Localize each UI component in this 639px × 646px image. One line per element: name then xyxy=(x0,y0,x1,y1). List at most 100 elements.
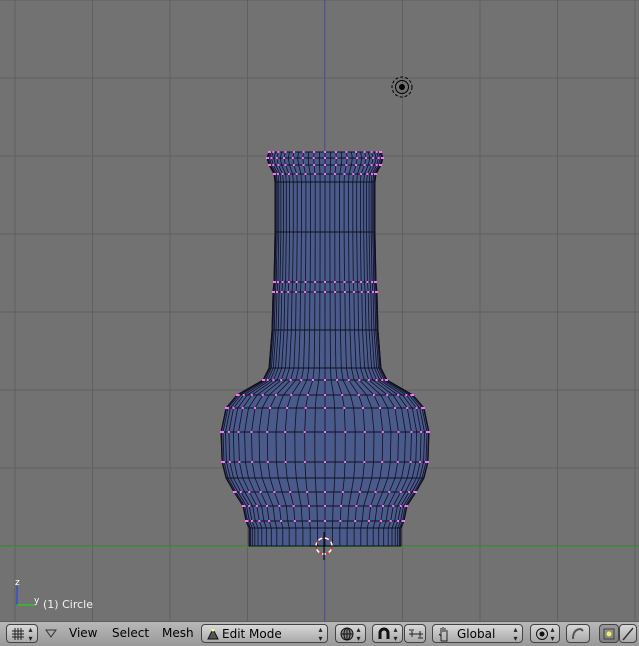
mesh-vertex xyxy=(304,173,307,175)
sphere-shading-icon xyxy=(340,627,354,641)
mesh-vertex xyxy=(389,520,392,522)
mesh-vertex xyxy=(276,291,278,293)
mesh-vertex xyxy=(239,491,242,493)
mesh-vertex xyxy=(286,407,289,409)
mesh-vertex xyxy=(251,461,254,463)
mesh-vertex xyxy=(409,461,412,463)
mesh-vertex xyxy=(340,505,342,507)
mesh-vertex xyxy=(415,407,418,409)
mesh-vertex xyxy=(284,151,287,153)
mesh-vertex xyxy=(250,394,253,396)
mesh-vertex xyxy=(302,151,305,153)
mesh-vertex xyxy=(360,173,363,175)
mesh-vertex xyxy=(277,151,280,153)
mesh-vertex xyxy=(283,157,285,159)
mesh-vertex xyxy=(268,151,270,153)
mesh-vertex xyxy=(375,164,378,166)
mesh-vertex xyxy=(336,379,339,381)
mesh-vertex xyxy=(333,173,336,175)
edge-select-mode[interactable] xyxy=(619,624,637,643)
mesh-vertex xyxy=(354,520,357,522)
mesh-vertex xyxy=(259,491,262,493)
collapse-menus-toggle[interactable] xyxy=(44,624,58,643)
mesh-vertex xyxy=(374,491,377,493)
draw-type-selector[interactable]: ▴ ▾ xyxy=(335,624,366,643)
transform-widget-icon xyxy=(409,629,423,639)
mesh-vertex xyxy=(268,164,270,166)
mode-selector[interactable]: Edit Mode ▴ ▾ xyxy=(201,624,328,643)
mesh-vertex xyxy=(381,431,384,433)
mesh-vertex xyxy=(356,157,359,159)
menu-mesh[interactable]: Mesh xyxy=(158,624,198,643)
gizmo-z-label: z xyxy=(15,578,20,588)
mesh-vertex xyxy=(324,164,326,166)
mesh-vertex xyxy=(232,407,235,409)
mesh-vertex xyxy=(220,431,222,433)
pivot-selector[interactable]: ▴ ▾ xyxy=(372,624,403,643)
mesh-vertex xyxy=(399,505,402,507)
mesh-vertex xyxy=(352,173,355,175)
mesh-vertex xyxy=(266,379,269,381)
editor-type-selector[interactable]: ▴ ▾ xyxy=(6,624,38,643)
mesh-vertex xyxy=(374,173,376,175)
mesh-vertex xyxy=(399,491,402,493)
mesh-vertex xyxy=(363,151,366,153)
snap-toggle[interactable] xyxy=(566,624,590,643)
mesh-vertex xyxy=(334,151,337,153)
mesh-vertex xyxy=(262,379,264,381)
vase-mesh xyxy=(220,151,430,547)
mesh-vertex xyxy=(291,157,294,159)
mesh-vertex xyxy=(361,407,364,409)
mesh-vertex xyxy=(363,461,366,463)
proportional-edit-selector[interactable]: ▴ ▾ xyxy=(530,624,560,643)
mesh-vertex xyxy=(324,520,326,522)
mesh-vertex xyxy=(367,520,370,522)
mesh-vertex xyxy=(251,520,253,522)
mesh-vertex xyxy=(311,379,314,381)
3d-viewport[interactable]: zy (1) Circle xyxy=(0,0,639,621)
mesh-vertex xyxy=(222,431,224,433)
mesh-vertex xyxy=(374,281,376,283)
viewport-header: ▴ ▾ View Select Mesh Edit Mode ▴ ▾ ▴ ▾ ▴ ▾ G… xyxy=(0,621,639,646)
mesh-vertex xyxy=(313,164,316,166)
mesh-vertex xyxy=(269,407,271,409)
viewport-scene[interactable]: zy xyxy=(0,0,639,621)
edge-select-icon xyxy=(622,627,634,641)
mesh-vertex xyxy=(343,281,346,283)
mesh-vertex xyxy=(397,431,400,433)
mesh-vertex xyxy=(227,431,230,433)
orientation-selector[interactable]: Global ▴ ▾ xyxy=(432,624,523,643)
mesh-vertex xyxy=(394,407,396,409)
mesh-vertex xyxy=(276,281,279,283)
mesh-vertex xyxy=(221,461,223,463)
mesh-vertex xyxy=(303,431,306,433)
mesh-vertex xyxy=(281,281,284,283)
axis-gizmo: zy xyxy=(15,578,40,606)
menu-select[interactable]: Select xyxy=(108,624,153,643)
mesh-vertex xyxy=(381,379,384,381)
mesh-vertex xyxy=(314,173,317,175)
mesh-vertex xyxy=(378,164,381,166)
mesh-vertex xyxy=(306,491,309,493)
mesh-vertex xyxy=(380,157,383,159)
mesh-vertex xyxy=(392,505,395,507)
mesh-vertex xyxy=(261,394,264,396)
mesh-vertex xyxy=(268,520,271,522)
mesh-vertex xyxy=(241,407,244,409)
mesh-vertex xyxy=(284,461,287,463)
vertex-select-mode[interactable] xyxy=(599,624,619,643)
mesh-vertex xyxy=(281,173,284,175)
mesh-vertex xyxy=(324,394,326,396)
menu-view[interactable]: View xyxy=(65,624,101,643)
mesh-vertex xyxy=(295,173,298,175)
mesh-vertex xyxy=(275,394,278,396)
mesh-vertex xyxy=(396,461,399,463)
mesh-vertex xyxy=(312,157,315,159)
mesh-vertex xyxy=(363,431,366,433)
mesh-vertex xyxy=(284,164,287,166)
mesh-vertex xyxy=(242,505,244,507)
mesh-vertex xyxy=(245,520,247,522)
vertex-select-icon xyxy=(603,628,615,640)
mesh-vertex xyxy=(370,151,373,153)
manipulator-toggle[interactable] xyxy=(404,624,426,643)
